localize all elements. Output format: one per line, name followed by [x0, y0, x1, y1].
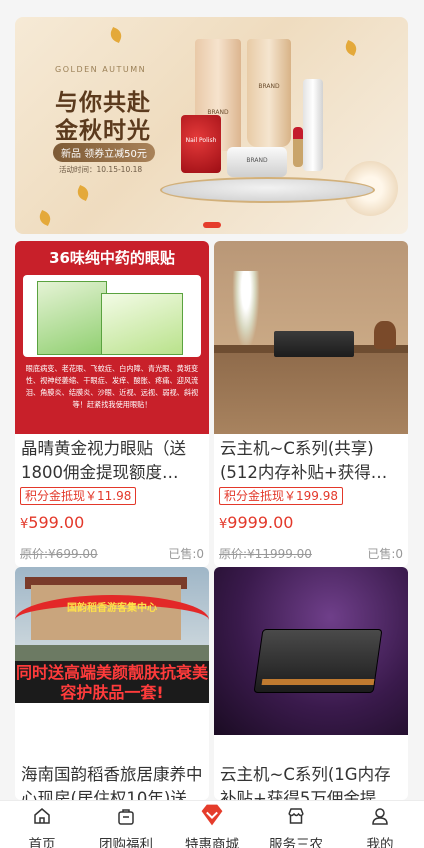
- points-badge: 积分金抵现￥11.98: [20, 487, 137, 505]
- points-badge: 积分金抵现￥199.98: [219, 487, 343, 505]
- tab-home[interactable]: 首页: [0, 801, 84, 848]
- product-image: 36味纯中药的眼贴 眼底病变、老花眼、飞蚊症、白内障、青光眼、黄斑变性、视神经萎…: [15, 241, 209, 434]
- arch-banner-text: 国韵稻香游客集中心: [67, 603, 157, 614]
- cream-tube-image: BRAND: [247, 39, 291, 147]
- banner-title-line2: 金秋时光: [55, 118, 151, 144]
- banner-coupon: 新品 领券立减50元: [53, 143, 155, 162]
- product-title: 晶晴黄金视力眼贴（送1800佣金提现额度+120…: [21, 439, 186, 482]
- leaf-decoration: [108, 27, 124, 43]
- banner-en-title: GOLDEN AUTUMN: [55, 65, 147, 74]
- product-stage: [150, 177, 385, 229]
- tab-label: 首页: [28, 837, 56, 848]
- product-card[interactable]: 云主机~C系列(共享)(512内存补贴+获得20000… 积分金抵现￥199.9…: [214, 241, 408, 567]
- sold-count: 已售:0: [367, 547, 403, 561]
- image-description: 眼底病变、老花眼、飞蚊症、白内障、青光眼、黄斑变性、视神经萎缩、干眼症、发痒、酸…: [25, 364, 199, 409]
- product-image: [214, 241, 408, 434]
- original-price: 原价:¥699.00: [20, 547, 98, 561]
- spray-bottle-image: [303, 79, 323, 171]
- product-title: 云主机~C系列(1G内存补贴+获得5万佣金提现额…: [220, 765, 393, 800]
- original-price: 原价:¥11999.00: [219, 547, 312, 561]
- product-image: [214, 567, 408, 735]
- tab-label: 我的: [366, 837, 394, 848]
- leaf-decoration: [37, 210, 53, 226]
- leaf-decoration: [75, 185, 91, 201]
- product-card[interactable]: 云主机~C系列(1G内存补贴+获得5万佣金提现额…: [214, 567, 408, 800]
- product-image: 国韵稻香游客集中心 同时送高端美颜靓肤抗衰美容护肤品一套!: [15, 567, 209, 705]
- page: GOLDEN AUTUMN 与你共赴 金秋时光 新品 领券立减50元 活动时间：…: [0, 0, 424, 848]
- product-card[interactable]: 国韵稻香游客集中心 同时送高端美颜靓肤抗衰美容护肤品一套! 海南国韵稻香旅居康养…: [15, 567, 209, 800]
- promo-banner[interactable]: GOLDEN AUTUMN 与你共赴 金秋时光 新品 领券立减50元 活动时间：…: [15, 17, 408, 234]
- banner-time: 活动时间：10.15-10.18: [59, 165, 143, 174]
- leaf-decoration: [343, 40, 359, 56]
- image-promo-text: 同时送高端美颜靓肤抗衰美容护肤品一套!: [15, 661, 209, 703]
- tab-agriculture[interactable]: 服务三农: [254, 801, 338, 848]
- nail-polish-label: Nail Polish: [185, 137, 217, 144]
- image-headline: 36味纯中药的眼贴: [49, 249, 175, 267]
- product-title: 海南国韵稻香旅居康养中心现房(居住权10年)送…: [21, 765, 204, 800]
- tab-label: 特惠商城: [185, 837, 239, 848]
- tab-mall[interactable]: 特惠商城: [170, 801, 254, 848]
- nail-polish-image: Nail Polish: [181, 115, 221, 173]
- carousel-indicator[interactable]: [203, 222, 221, 228]
- jar-label: BRAND: [246, 157, 268, 164]
- tab-label: 服务三农: [269, 837, 323, 848]
- tube-label: BRAND: [258, 83, 280, 90]
- sold-count: 已售:0: [168, 547, 204, 561]
- product-card[interactable]: 36味纯中药的眼贴 眼底病变、老花眼、飞蚊症、白内障、青光眼、黄斑变性、视神经萎…: [15, 241, 209, 567]
- tab-group-buy[interactable]: 团购福利: [84, 801, 168, 848]
- tab-profile[interactable]: 我的: [338, 801, 422, 848]
- diamond-icon: [201, 804, 223, 826]
- product-title: 云主机~C系列(共享)(512内存补贴+获得20000…: [220, 439, 374, 482]
- shop-icon: [288, 808, 304, 824]
- bag-icon: [118, 809, 134, 825]
- home-icon: [34, 808, 50, 824]
- cream-jar-image: BRAND: [227, 147, 287, 177]
- product-price: ¥599.00: [20, 513, 85, 532]
- tab-label: 团购福利: [99, 837, 153, 848]
- bottom-tab-bar: 首页 团购福利 特惠商城 服务三农 我的: [0, 800, 424, 848]
- user-icon: [372, 808, 388, 825]
- lipstick-image: [293, 127, 303, 167]
- product-price: ¥9999.00: [219, 513, 294, 532]
